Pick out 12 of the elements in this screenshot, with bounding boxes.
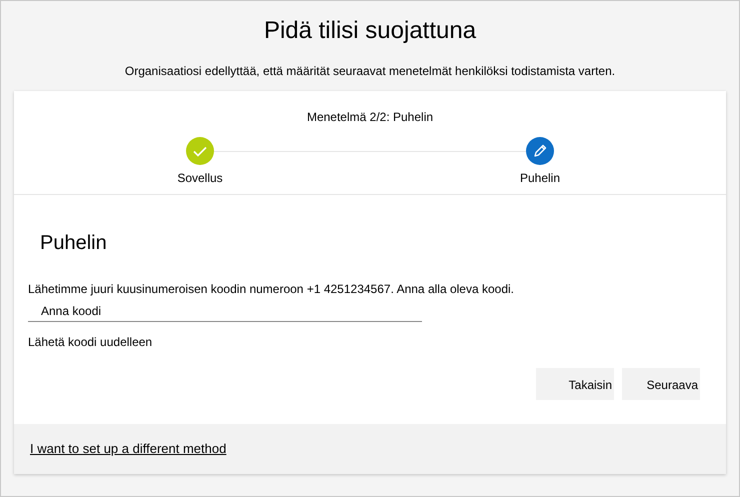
back-button[interactable]: Takaisin bbox=[536, 368, 614, 400]
instructions: Lähetimme juuri kuusinumeroisen koodin numeroon +1 4251234567. Anna alla oleva koodi. bbox=[28, 281, 515, 297]
page-subtitle: Organisaatiosi edellyttää, että määrität seuraavat menetelmät henkilöksi todistamista varten. bbox=[124, 63, 616, 79]
step-label: Sovellus bbox=[177, 170, 223, 186]
different-method-link[interactable]: I want to set up a different method bbox=[30, 441, 226, 457]
resend-code-link[interactable]: Lähetä koodi uudelleen bbox=[28, 334, 152, 350]
page-title: Pidä tilisi suojattuna bbox=[264, 16, 476, 46]
step-label: Puhelin bbox=[520, 170, 560, 186]
section-heading: Puhelin bbox=[40, 231, 108, 256]
next-button[interactable]: Seuraava bbox=[622, 368, 700, 400]
step-caption: Menetelmä 2/2: Puhelin bbox=[306, 109, 434, 125]
code-input-field[interactable]: Anna koodi bbox=[28, 303, 422, 322]
